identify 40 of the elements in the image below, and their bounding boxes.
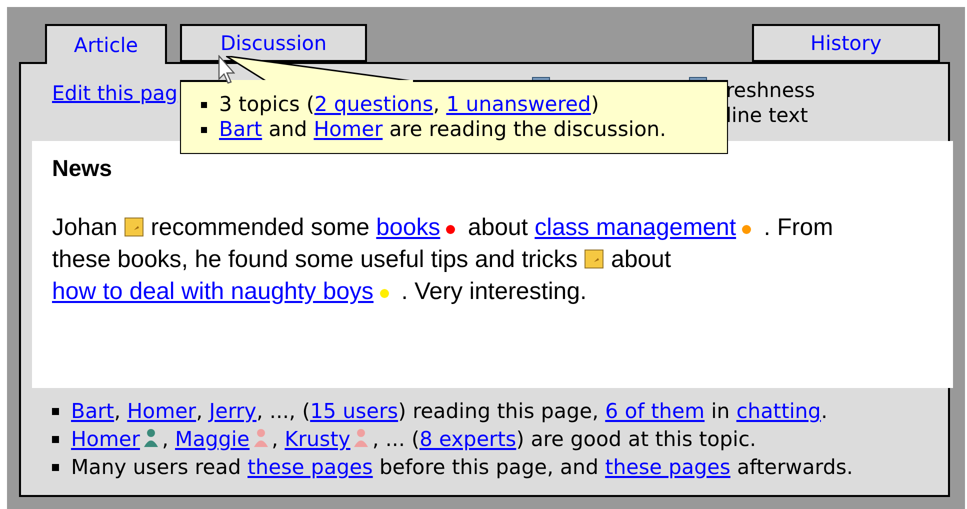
bullet-icon — [52, 464, 59, 470]
tab[interactable]: Discussion — [180, 24, 367, 62]
link[interactable]: 1 unanswered — [446, 92, 591, 116]
edit-link[interactable]: Edit this pag — [52, 81, 178, 105]
cursor-icon — [218, 55, 235, 84]
link[interactable]: 2 questions — [314, 92, 434, 116]
note-icon — [124, 216, 144, 236]
news-title: News — [52, 154, 114, 183]
link[interactable]: these pages — [247, 455, 373, 479]
bullet-icon — [201, 126, 207, 132]
link[interactable]: Bart — [219, 117, 262, 141]
tab[interactable]: History — [752, 24, 940, 62]
bullet-icon — [52, 436, 59, 442]
option-label: line text — [726, 102, 808, 129]
tooltip-sentence: Bart and Homer are reading the discussion. — [219, 117, 666, 142]
link[interactable]: Krusty — [284, 427, 350, 451]
note-icon — [584, 248, 604, 268]
link[interactable]: Maggie — [175, 427, 250, 451]
bullet-icon — [201, 102, 207, 108]
link[interactable]: books — [376, 214, 440, 240]
link[interactable]: Jerry — [209, 399, 256, 423]
link[interactable]: Homer — [127, 399, 196, 423]
link[interactable]: Bart — [71, 399, 114, 423]
link[interactable]: class management — [534, 214, 736, 240]
info-sentence: Homer , Maggie , Krusty , ... (8 experts) are good at this topic. — [71, 426, 756, 452]
info-sentence: Many users read these pages before this page, and these pages afterwards. — [71, 454, 854, 480]
link[interactable]: Homer — [71, 427, 140, 451]
link[interactable]: chatting — [736, 399, 821, 423]
tooltip-sentence: 3 topics (2 questions, 1 unanswered) — [219, 92, 599, 117]
link[interactable]: 15 users — [310, 399, 398, 423]
news-paragraph: Johan recommended some books about class management . From these books, he found some useful tips and tricks about how to deal with naughty boys . Very interesting. — [52, 212, 834, 306]
bullet-icon — [52, 408, 59, 414]
link[interactable]: 6 of them — [605, 399, 705, 423]
tab[interactable]: Article — [45, 24, 167, 64]
option-label: reshness — [726, 77, 816, 104]
link[interactable]: how to deal with naughty boys — [52, 278, 374, 304]
link[interactable]: Homer — [314, 117, 383, 141]
info-sentence: Bart, Homer, Jerry, ..., (15 users) reading this page, 6 of them in chatting. — [71, 398, 828, 424]
link[interactable]: 8 experts — [419, 427, 516, 451]
link[interactable]: these pages — [605, 455, 730, 479]
